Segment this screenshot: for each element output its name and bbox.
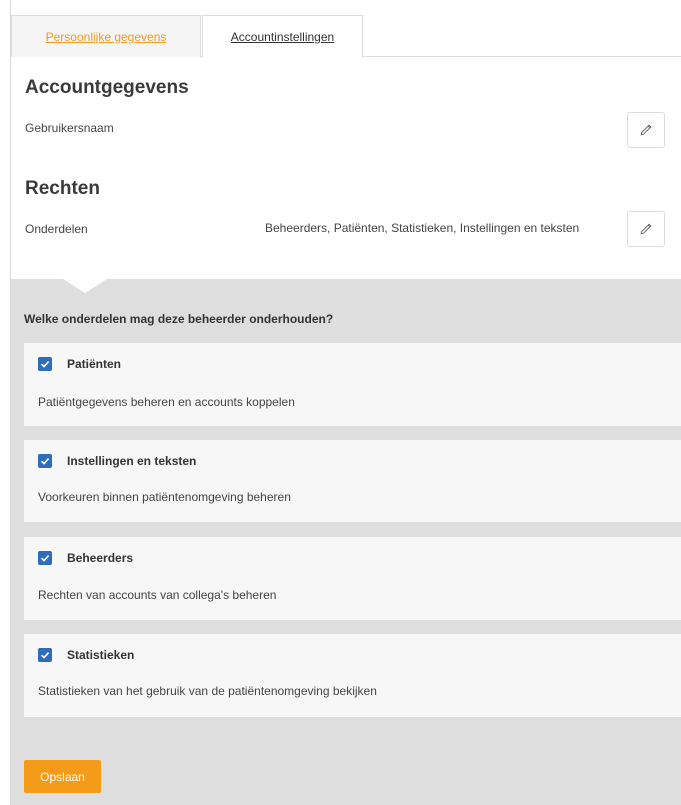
permission-card-settings-texts: Instellingen en teksten Voorkeuren binne…	[24, 440, 681, 522]
save-button[interactable]: Opslaan	[24, 760, 101, 793]
settings-texts-checkbox[interactable]	[38, 454, 52, 468]
permission-description: Patiëntgegevens beheren en accounts kopp…	[38, 395, 295, 409]
checkmark-icon	[40, 555, 50, 562]
tab-bar: Persoonlijke gegevens Accountinstellinge…	[11, 15, 681, 58]
permission-title: Patiënten	[67, 357, 122, 371]
pencil-icon	[640, 124, 652, 136]
permissions-panel: Welke onderdelen mag deze beheerder onde…	[11, 279, 681, 805]
permission-description: Statistieken van het gebruik van de pati…	[38, 684, 377, 698]
permission-title: Statistieken	[67, 648, 135, 662]
username-label: Gebruikersnaam	[25, 121, 114, 135]
pencil-icon	[640, 223, 652, 235]
edit-username-button[interactable]	[627, 112, 665, 148]
checkmark-icon	[40, 361, 50, 368]
panel-pointer	[63, 279, 107, 293]
permission-card-administrators: Beheerders Rechten van accounts van coll…	[24, 537, 681, 620]
checkmark-icon	[40, 458, 50, 465]
components-label: Onderdelen	[25, 222, 88, 236]
rights-heading: Rechten	[25, 178, 100, 199]
tab-personal-details[interactable]: Persoonlijke gegevens	[11, 15, 201, 57]
permissions-question: Welke onderdelen mag deze beheerder onde…	[24, 312, 334, 326]
tab-account-settings[interactable]: Accountinstellingen	[202, 15, 363, 58]
statistics-checkbox[interactable]	[38, 648, 52, 662]
permission-description: Voorkeuren binnen patiëntenomgeving behe…	[38, 490, 291, 504]
permission-title: Instellingen en teksten	[67, 454, 197, 468]
permission-card-patients: Patiënten Patiëntgegevens beheren en acc…	[24, 343, 681, 426]
components-value: Beheerders, Patiënten, Statistieken, Ins…	[265, 221, 580, 235]
permission-description: Rechten van accounts van collega's beher…	[38, 588, 277, 602]
permission-title: Beheerders	[67, 551, 134, 565]
edit-rights-button[interactable]	[627, 211, 665, 247]
permission-card-statistics: Statistieken Statistieken van het gebrui…	[24, 634, 681, 717]
checkmark-icon	[40, 652, 50, 659]
administrators-checkbox[interactable]	[38, 551, 52, 565]
account-details-heading: Accountgegevens	[25, 77, 189, 98]
patients-checkbox[interactable]	[38, 357, 52, 371]
account-settings-frame: Persoonlijke gegevens Accountinstellinge…	[10, 0, 681, 805]
